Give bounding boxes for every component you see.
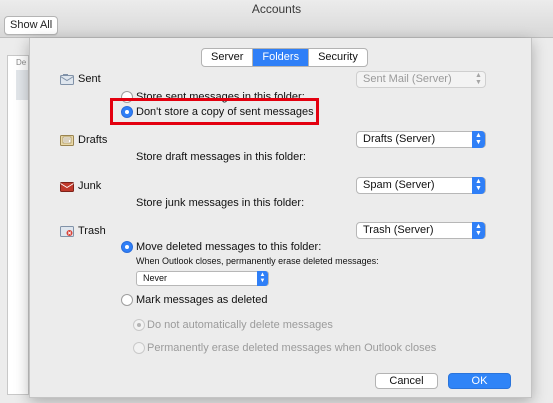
trash-label: Trash (78, 225, 106, 237)
background-right-strip (532, 38, 553, 403)
drafts-folder-popup-value: Drafts (Server) (363, 133, 436, 145)
tab-bar: Server Folders Security (201, 48, 368, 67)
trash-mark-radio[interactable] (121, 294, 133, 306)
folders-sheet: Server Folders Security Sent Sent Mail (… (29, 38, 532, 398)
junk-description: Store junk messages in this folder: (136, 197, 305, 209)
drafts-folder-popup[interactable]: Drafts (Server) ▲ ▼ (356, 131, 486, 148)
sent-folder-popup: Sent Mail (Server) ▲ ▼ (356, 71, 486, 88)
junk-folder-popup-value: Spam (Server) (363, 179, 435, 191)
account-list[interactable] (7, 55, 29, 395)
drafts-label: Drafts (78, 134, 108, 146)
trash-folder-icon (60, 226, 74, 237)
window-titlebar: Accounts Show All (0, 0, 553, 38)
cancel-button[interactable]: Cancel (375, 373, 438, 389)
popup-arrows-icon: ▲ ▼ (475, 72, 482, 86)
drafts-description: Store draft messages in this folder: (136, 151, 306, 163)
trash-mark-label: Mark messages as deleted (136, 294, 268, 306)
sent-label: Sent (78, 73, 101, 85)
trash-move-radio[interactable] (121, 241, 133, 253)
drafts-folder-icon (60, 135, 74, 146)
sent-folder-icon (60, 74, 74, 85)
sent-folder-popup-value: Sent Mail (Server) (363, 73, 452, 85)
trash-keep-radio (133, 319, 145, 331)
window-title: Accounts (251, 2, 302, 16)
trash-folder-popup[interactable]: Trash (Server) ▲ ▼ (356, 222, 486, 239)
popup-arrows-icon: ▲ ▼ (472, 222, 485, 239)
tab-folders[interactable]: Folders (253, 49, 310, 66)
tab-server[interactable]: Server (202, 49, 254, 66)
highlight-annotation (110, 98, 319, 125)
trash-erase-label: Permanently erase deleted messages when … (147, 342, 437, 354)
junk-folder-icon (60, 182, 74, 192)
trash-erase-popup[interactable]: Never ▲ ▼ (136, 271, 269, 286)
trash-keep-label: Do not automatically delete messages (147, 319, 333, 331)
account-list-selection (16, 70, 28, 100)
popup-arrows-icon: ▲ ▼ (257, 271, 268, 286)
trash-folder-popup-value: Trash (Server) (363, 224, 434, 236)
junk-folder-popup[interactable]: Spam (Server) ▲ ▼ (356, 177, 486, 194)
ok-button[interactable]: OK (448, 373, 511, 389)
tab-security[interactable]: Security (309, 49, 367, 66)
trash-erase-radio (133, 342, 145, 354)
show-all-button[interactable]: Show All (4, 16, 59, 35)
account-list-label: De (16, 58, 27, 67)
popup-arrows-icon: ▲ ▼ (472, 131, 485, 148)
trash-erase-note: When Outlook closes, permanently erase d… (136, 256, 379, 266)
popup-arrows-icon: ▲ ▼ (472, 177, 485, 194)
trash-move-label: Move deleted messages to this folder: (136, 241, 322, 253)
junk-label: Junk (78, 180, 102, 192)
trash-erase-popup-value: Never (143, 273, 168, 283)
